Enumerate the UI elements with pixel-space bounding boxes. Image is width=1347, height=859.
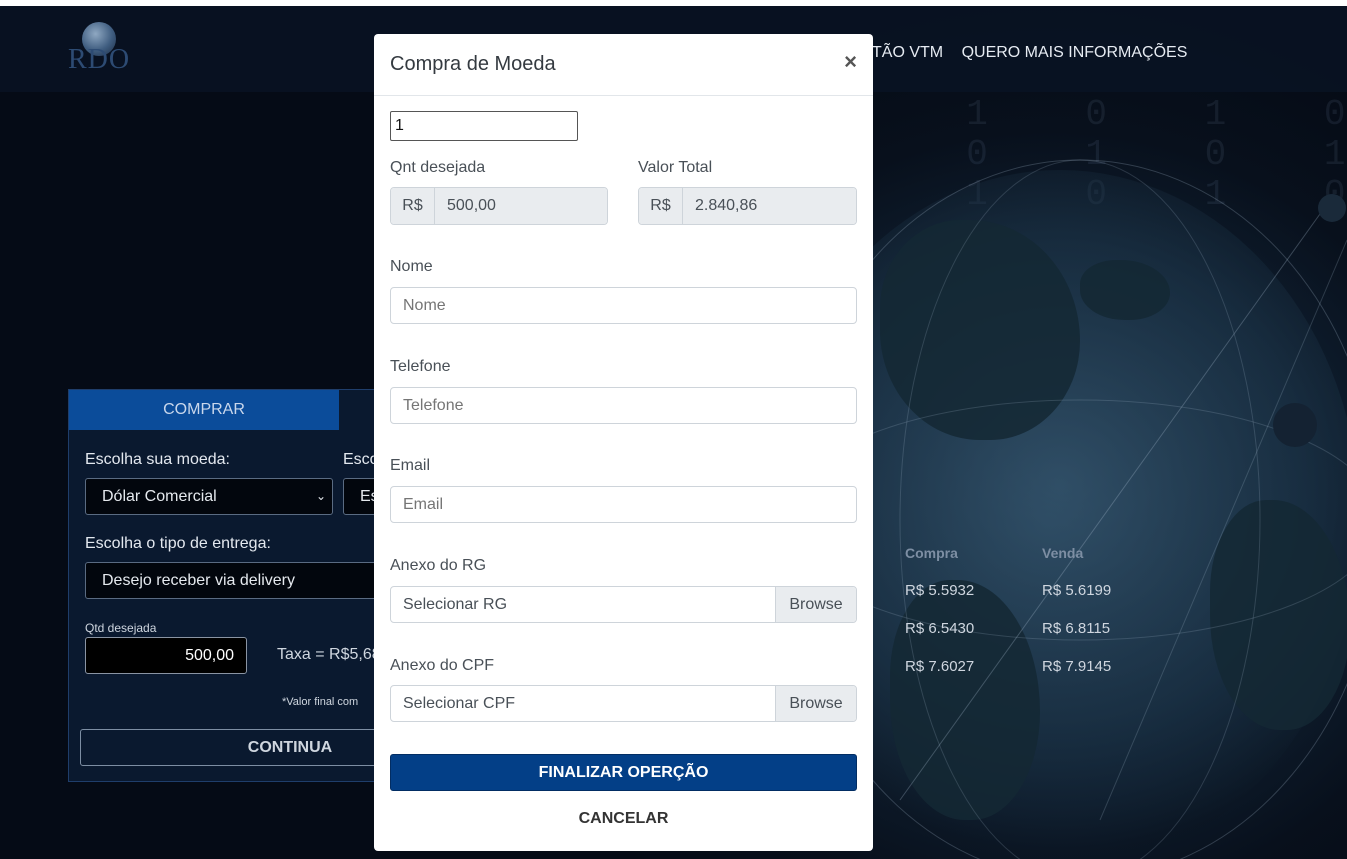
rates-row: R$ 7.6027 R$ 7.9145 (905, 658, 1179, 675)
rates-head-sell: Venda (1042, 545, 1084, 561)
delivery-label: Escolha o tipo de entrega: (85, 535, 271, 552)
cancel-button[interactable]: CANCELAR (390, 807, 857, 831)
qnt-label: Qnt desejada (390, 159, 486, 176)
taxa-text: Taxa = R$5,68 (277, 646, 381, 663)
company-logo[interactable]: RDO (68, 22, 130, 78)
rate-buy: R$ 5.5932 (905, 582, 975, 599)
rg-file-input[interactable]: Selecionar RG Browse (390, 586, 857, 623)
telefone-input[interactable] (390, 387, 857, 424)
delivery-select-value: Desejo receber via delivery (102, 572, 295, 589)
currency-label: Escolha sua moeda: (85, 451, 230, 468)
valor-final-note: *Valor final com (282, 696, 359, 708)
telefone-label: Telefone (390, 358, 451, 375)
rates-row: R$ 5.5932 R$ 5.6199 (905, 582, 1179, 599)
currency-prefix: R$ (391, 188, 435, 224)
quantity-input[interactable] (390, 111, 578, 141)
rg-file-text: Selecionar RG (403, 596, 508, 613)
cpf-browse-button[interactable]: Browse (775, 686, 856, 721)
total-label: Valor Total (638, 159, 713, 176)
rates-table: Compra Venda R$ 5.5932 R$ 5.6199 R$ 6.54… (905, 545, 1179, 675)
purchase-modal: Compra de Moeda × Qnt desejada Valor Tot… (374, 34, 873, 851)
logo-text: RDO (68, 44, 131, 75)
nome-input[interactable] (390, 287, 857, 324)
nome-label: Nome (390, 258, 433, 275)
rate-buy: R$ 6.5430 (905, 620, 975, 637)
nav-links: TÃO VTM QUERO MAIS INFORMAÇÕES (872, 44, 1201, 62)
chevron-down-icon: ⌄ (315, 489, 326, 503)
rate-sell: R$ 7.9145 (1042, 658, 1112, 675)
finalize-button[interactable]: FINALIZAR OPERÇÃO (390, 754, 857, 791)
modal-title: Compra de Moeda (390, 53, 556, 75)
cpf-file-text: Selecionar CPF (403, 695, 516, 712)
email-input[interactable] (390, 486, 857, 523)
currency-select[interactable]: Dólar Comercial ⌄ (85, 478, 333, 515)
rate-buy: R$ 7.6027 (905, 658, 975, 675)
total-field: R$ 2.840,86 (638, 187, 857, 225)
rate-sell: R$ 6.8115 (1042, 620, 1111, 637)
exchange-panel: COMPRAR Escolha sua moeda: Esco Dólar Co… (68, 389, 403, 782)
nav-link-info[interactable]: QUERO MAIS INFORMAÇÕES (962, 44, 1188, 61)
close-icon[interactable]: × (844, 51, 857, 73)
modal-header: Compra de Moeda × (374, 34, 873, 96)
email-label: Email (390, 457, 431, 474)
qty-label: Qtd desejada (85, 621, 157, 635)
rates-row: R$ 6.5430 R$ 6.8115 (905, 620, 1179, 637)
tab-comprar[interactable]: COMPRAR (69, 390, 339, 430)
cpf-file-input[interactable]: Selecionar CPF Browse (390, 685, 857, 722)
nav-link-vtm[interactable]: TÃO VTM (872, 44, 943, 61)
total-value: 2.840,86 (683, 188, 856, 224)
delivery-select[interactable]: Desejo receber via delivery (85, 562, 403, 599)
qnt-field: R$ 500,00 (390, 187, 608, 225)
rg-label: Anexo do RG (390, 557, 487, 574)
currency-select-value: Dólar Comercial (102, 488, 217, 505)
rate-sell: R$ 5.6199 (1042, 582, 1112, 599)
continue-button[interactable]: CONTINUA (80, 729, 390, 766)
qty-input[interactable]: 500,00 (85, 637, 247, 674)
rates-head-buy: Compra (905, 545, 958, 561)
qnt-value: 500,00 (435, 188, 607, 224)
rg-browse-button[interactable]: Browse (775, 587, 856, 622)
cpf-label: Anexo do CPF (390, 657, 495, 674)
currency-prefix: R$ (639, 188, 683, 224)
